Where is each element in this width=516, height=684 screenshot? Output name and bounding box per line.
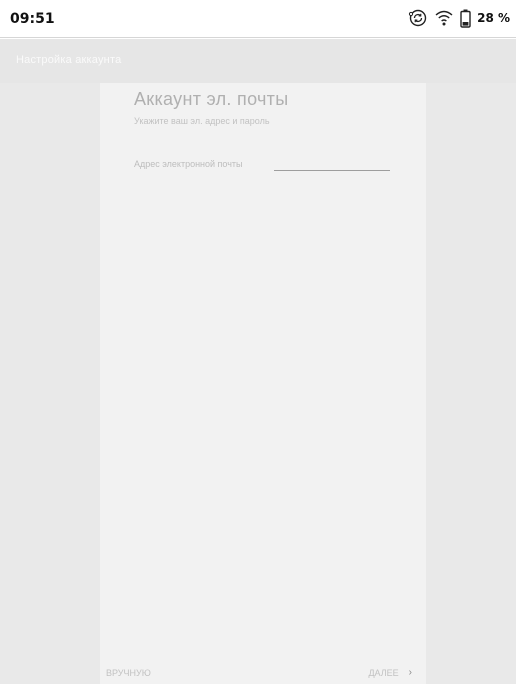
right-panel [426, 83, 516, 684]
sync-icon [408, 8, 428, 28]
status-icons: 28 % [408, 8, 510, 28]
email-input[interactable] [274, 156, 390, 171]
left-panel [0, 83, 100, 684]
email-field-row: Адрес электронной почты [134, 156, 394, 175]
email-label: Адрес электронной почты [134, 159, 243, 169]
page-title: Настройка аккаунта [16, 54, 122, 66]
form-subtitle: Укажите ваш эл. адрес и пароль [134, 116, 270, 126]
form-title: Аккаунт эл. почты [134, 89, 289, 109]
battery-icon [460, 9, 471, 28]
status-bar: 09:51 28 % [0, 0, 516, 38]
email-account-card: Аккаунт эл. почты Укажите ваш эл. адрес … [100, 83, 426, 684]
title-bar: Настройка аккаунта [0, 39, 516, 83]
next-button-label: ДАЛЕЕ [368, 667, 399, 678]
battery-percent: 28 % [477, 11, 510, 25]
next-button[interactable]: ДАЛЕЕ › [368, 667, 412, 678]
manual-button[interactable]: ВРУЧНУЮ [106, 668, 151, 678]
wifi-icon [434, 9, 454, 27]
status-time: 09:51 [10, 11, 55, 27]
chevron-right-icon: › [408, 667, 412, 678]
